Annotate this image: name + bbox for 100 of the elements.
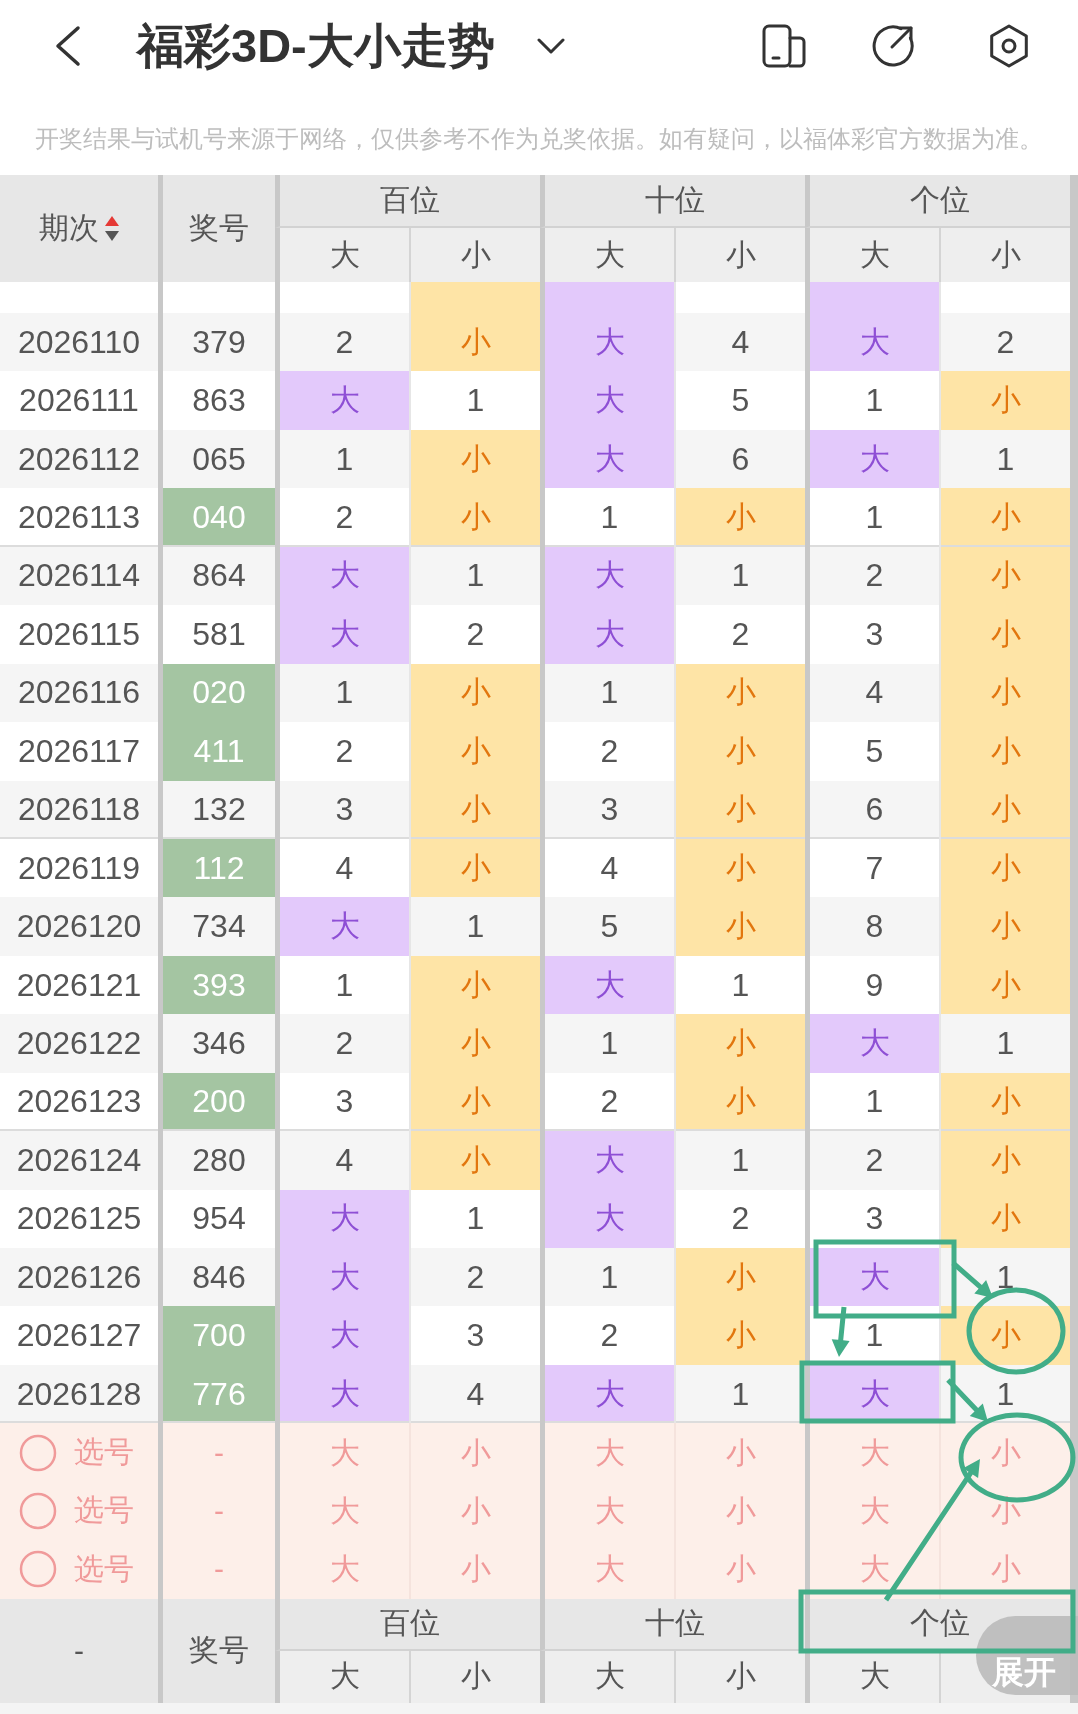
table-cell: 小 bbox=[939, 1072, 1070, 1132]
column-group-header: 十位 bbox=[540, 175, 805, 228]
table-cell: 2026117 bbox=[0, 722, 158, 781]
settings-icon[interactable] bbox=[987, 24, 1031, 68]
table-cell: 小 bbox=[409, 955, 540, 1015]
table-cell: 2 bbox=[409, 605, 540, 664]
table-cell: 小 bbox=[939, 605, 1070, 664]
pick-option[interactable]: 大 bbox=[594, 1435, 625, 1470]
back-icon[interactable] bbox=[54, 25, 82, 67]
radio-icon[interactable] bbox=[19, 1491, 57, 1530]
pick-option[interactable]: 大 bbox=[859, 1435, 890, 1470]
table-cell: 2026122 bbox=[0, 1014, 158, 1073]
table-cell: 小 bbox=[674, 1072, 805, 1132]
table-cell: 2026111 bbox=[0, 371, 158, 430]
table-cell: 2026114 bbox=[0, 546, 158, 606]
table-cell: 小 bbox=[674, 488, 805, 547]
table-cell: 小 bbox=[674, 1306, 805, 1365]
pick-option[interactable]: 小 bbox=[990, 1552, 1021, 1587]
table-cell: 2026124 bbox=[0, 1131, 158, 1190]
caret-icon[interactable] bbox=[536, 38, 565, 54]
pick-option[interactable]: 小 bbox=[990, 1435, 1021, 1470]
table-cell: 小 bbox=[939, 371, 1070, 430]
radio-icon[interactable] bbox=[19, 1433, 57, 1472]
table-cell: 1 bbox=[409, 546, 540, 606]
table-cell: 小 bbox=[674, 838, 805, 898]
pick-option[interactable]: 大 bbox=[859, 1493, 890, 1528]
page-title: 福彩3D-大小走势 bbox=[137, 18, 495, 74]
table-cell: 2 bbox=[674, 605, 805, 664]
table-cell: 小 bbox=[409, 488, 540, 547]
table-cell: 2 bbox=[409, 1248, 540, 1307]
table-cell: 1 bbox=[939, 1014, 1070, 1073]
table-cell: 小 bbox=[409, 313, 540, 372]
table-cell: 5 bbox=[674, 371, 805, 430]
table-cell: 小 bbox=[939, 488, 1070, 547]
table-cell: 2026116 bbox=[0, 663, 158, 723]
table-cell: 2026121 bbox=[0, 955, 158, 1015]
pick-option[interactable]: 小 bbox=[460, 1493, 491, 1528]
table-cell: 2026123 bbox=[0, 1072, 158, 1132]
table-cell: 2026128 bbox=[0, 1364, 158, 1424]
pick-option[interactable]: 大 bbox=[594, 1493, 625, 1528]
table-cell: 小 bbox=[939, 663, 1070, 723]
table-cell: 2026113 bbox=[0, 488, 158, 547]
column-group-header: 十位 bbox=[540, 1598, 805, 1651]
table-cell: 2026119 bbox=[0, 838, 158, 898]
annotation-arrow bbox=[946, 1378, 988, 1422]
pick-option[interactable]: 大 bbox=[594, 1552, 625, 1587]
column-header: 小 bbox=[674, 228, 805, 282]
table-cell: 2026126 bbox=[0, 1248, 158, 1307]
table-cell: 2026127 bbox=[0, 1306, 158, 1365]
table-cell: 6 bbox=[674, 429, 805, 489]
table-cell: 小 bbox=[674, 722, 805, 781]
table-cell: 小 bbox=[939, 955, 1070, 1015]
column-group-header: 百位 bbox=[275, 1598, 540, 1651]
table-cell: 2026125 bbox=[0, 1189, 158, 1248]
pick-button[interactable]: 选号 bbox=[0, 1481, 158, 1541]
table-cell: 小 bbox=[939, 722, 1070, 781]
table-cell: 1 bbox=[409, 371, 540, 430]
table-cell: 小 bbox=[674, 780, 805, 839]
table-cell: 2026118 bbox=[0, 780, 158, 839]
column-header: 小 bbox=[409, 228, 540, 282]
share-icon[interactable] bbox=[871, 24, 915, 68]
radio-icon[interactable] bbox=[19, 1550, 57, 1589]
table-cell: 2 bbox=[939, 313, 1070, 372]
table-cell: 小 bbox=[939, 1131, 1070, 1190]
pick-option[interactable]: 小 bbox=[725, 1493, 756, 1528]
pick-option[interactable]: 小 bbox=[460, 1552, 491, 1587]
pick-button[interactable]: 选号 bbox=[0, 1540, 158, 1599]
table-cell: 2026120 bbox=[0, 897, 158, 956]
table-cell: 2026110 bbox=[0, 313, 158, 372]
table-cell: 小 bbox=[674, 1248, 805, 1307]
table-cell: 小 bbox=[674, 663, 805, 723]
column-header: 小 bbox=[674, 1650, 805, 1703]
table-cell: 小 bbox=[939, 838, 1070, 898]
table-cell: 小 bbox=[674, 1014, 805, 1073]
pick-option[interactable]: 大 bbox=[329, 1493, 360, 1528]
pick-option[interactable]: 小 bbox=[460, 1435, 491, 1470]
pick-option[interactable]: 大 bbox=[329, 1435, 360, 1470]
pick-button[interactable]: 选号 bbox=[0, 1423, 158, 1482]
table-cell: 小 bbox=[409, 838, 540, 898]
table-cell: 小 bbox=[939, 1189, 1070, 1248]
table-cell: 4 bbox=[409, 1364, 540, 1424]
devices-icon[interactable] bbox=[762, 24, 806, 68]
table-cell: 小 bbox=[939, 546, 1070, 606]
table-cell: 小 bbox=[409, 1014, 540, 1073]
column-header: - bbox=[0, 1598, 158, 1703]
table-cell: 2026112 bbox=[0, 429, 158, 489]
table-cell: 1 bbox=[409, 1189, 540, 1248]
pick-option[interactable]: 小 bbox=[725, 1435, 756, 1470]
table-cell: 小 bbox=[674, 897, 805, 956]
table-cell: 2 bbox=[674, 1189, 805, 1248]
sort-header[interactable]: 期次 bbox=[0, 175, 158, 282]
column-group-header: 个位 bbox=[805, 175, 1070, 228]
annotation-arrow bbox=[831, 1306, 850, 1357]
pick-option[interactable]: 大 bbox=[329, 1552, 360, 1587]
table-cell: 1 bbox=[939, 429, 1070, 489]
pick-option[interactable]: 小 bbox=[725, 1552, 756, 1587]
pick-option[interactable]: 大 bbox=[859, 1552, 890, 1587]
table-cell: 小 bbox=[939, 780, 1070, 839]
table-cell: 1 bbox=[409, 897, 540, 956]
table-cell: 小 bbox=[409, 429, 540, 489]
